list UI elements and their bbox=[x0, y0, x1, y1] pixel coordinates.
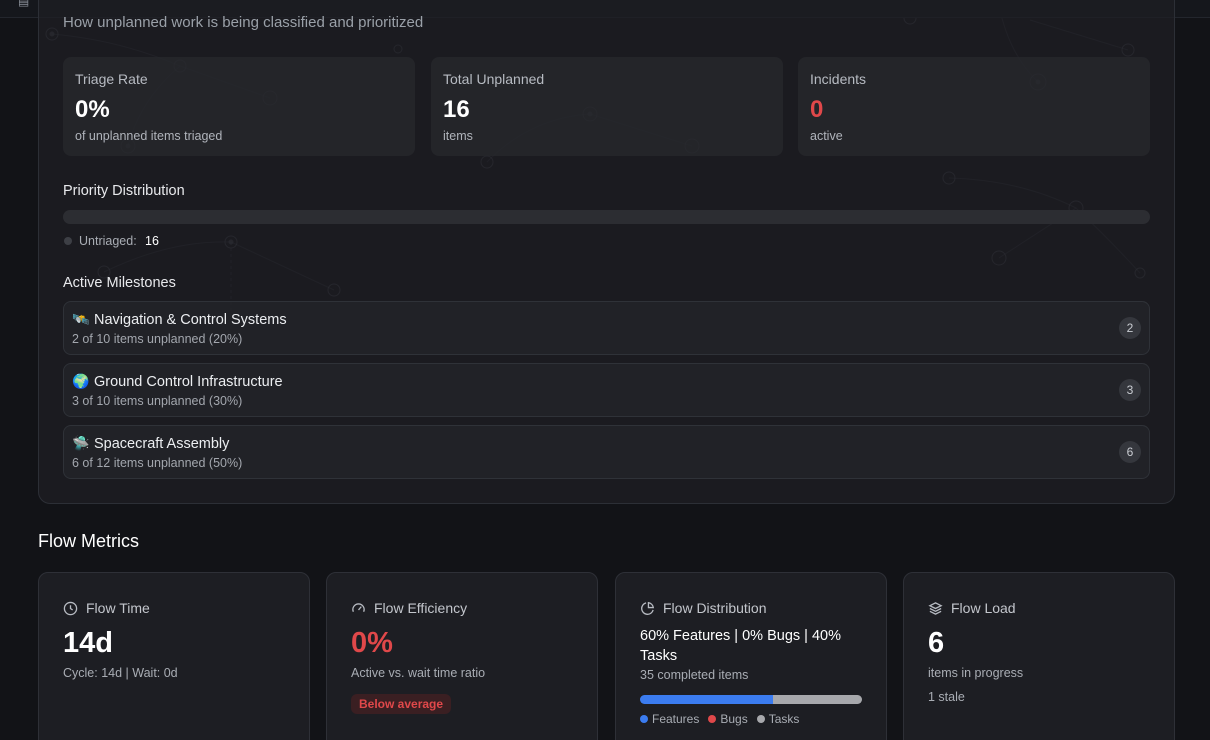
flow-efficiency-sub: Active vs. wait time ratio bbox=[351, 666, 486, 680]
flow-distribution-bar bbox=[640, 695, 862, 704]
flow-distribution-legend: Features Bugs Tasks bbox=[640, 712, 799, 726]
milestone-sub: 3 of 10 items unplanned (30%) bbox=[72, 394, 243, 408]
milestone-item[interactable]: 🛸 Spacecraft Assembly 6 of 12 items unpl… bbox=[63, 425, 1150, 479]
milestone-count-badge: 6 bbox=[1119, 441, 1141, 463]
flow-time-card: Flow Time 14d Cycle: 14d | Wait: 0d bbox=[38, 572, 310, 740]
milestone-title: Ground Control Infrastructure bbox=[94, 374, 283, 390]
bugs-dot bbox=[708, 715, 717, 723]
active-milestones-title: Active Milestones bbox=[63, 275, 176, 291]
flow-load-sub: items in progress bbox=[928, 666, 1024, 680]
stat-value: 0 bbox=[810, 96, 824, 123]
flow-distribution-card: Flow Distribution 60% Features | 0% Bugs… bbox=[615, 572, 887, 740]
legend-features: Features bbox=[640, 712, 699, 726]
flow-distribution-sub: 35 completed items bbox=[640, 668, 749, 682]
priority-distribution-title: Priority Distribution bbox=[63, 183, 185, 199]
stat-total-unplanned: Total Unplanned 16 items bbox=[431, 57, 783, 156]
features-dot bbox=[640, 715, 648, 723]
flow-efficiency-value: 0% bbox=[351, 627, 393, 659]
legend-features-label: Features bbox=[652, 712, 700, 726]
below-average-badge: Below average bbox=[351, 694, 452, 714]
milestone-item[interactable]: 🛰️ Navigation & Control Systems 2 of 10 … bbox=[63, 301, 1150, 355]
stat-label: Triage Rate bbox=[75, 71, 148, 87]
tasks-segment bbox=[773, 695, 862, 704]
flow-efficiency-card: Flow Efficiency 0% Active vs. wait time … bbox=[326, 572, 598, 740]
stat-sub: of unplanned items triaged bbox=[75, 129, 223, 143]
legend-tasks: Tasks bbox=[756, 712, 800, 726]
milestone-sub: 2 of 10 items unplanned (20%) bbox=[72, 332, 243, 346]
pie-chart-icon bbox=[641, 601, 655, 615]
layers-icon bbox=[928, 601, 943, 615]
clock-icon bbox=[63, 601, 78, 615]
milestone-title: Navigation & Control Systems bbox=[94, 312, 287, 328]
milestone-count-badge: 2 bbox=[1119, 317, 1141, 339]
stat-incidents: Incidents 0 active bbox=[798, 57, 1150, 156]
legend-tasks-label: Tasks bbox=[768, 712, 800, 726]
tasks-dot bbox=[756, 715, 765, 723]
legend-bugs: Bugs bbox=[708, 712, 748, 726]
stat-sub: active bbox=[810, 129, 843, 143]
flow-time-sub: Cycle: 14d | Wait: 0d bbox=[63, 666, 178, 680]
milestone-item[interactable]: 🌍 Ground Control Infrastructure 3 of 10 … bbox=[63, 363, 1150, 417]
milestone-count-badge: 3 bbox=[1119, 379, 1141, 401]
satellite-icon: 🛰️ bbox=[72, 311, 90, 327]
flow-load-value: 6 bbox=[928, 627, 945, 659]
menu-icon[interactable]: ▤ bbox=[18, 0, 29, 8]
flow-time-value: 14d bbox=[63, 627, 113, 659]
flow-metrics-title: Flow Metrics bbox=[38, 531, 140, 551]
milestone-sub: 6 of 12 items unplanned (50%) bbox=[72, 456, 243, 470]
ufo-icon: 🛸 bbox=[72, 435, 90, 451]
untriaged-label: Untriaged: bbox=[79, 234, 137, 248]
triage-subtitle: How unplanned work is being classified a… bbox=[63, 14, 424, 31]
flow-distribution-summary: 60% Features | 0% Bugs | 40% Tasks bbox=[640, 628, 841, 664]
flow-distribution-label: Flow Distribution bbox=[663, 600, 767, 616]
milestone-title: Spacecraft Assembly bbox=[94, 436, 230, 452]
flow-load-card: Flow Load 6 items in progress 1 stale bbox=[903, 572, 1175, 740]
gauge-icon bbox=[352, 602, 365, 612]
priority-distribution-bar bbox=[63, 210, 1150, 224]
stat-label: Total Unplanned bbox=[443, 71, 545, 87]
stat-sub: items bbox=[443, 129, 473, 143]
untriaged-dot bbox=[64, 237, 72, 245]
globe-icon: 🌍 bbox=[72, 373, 90, 389]
flow-load-label: Flow Load bbox=[951, 600, 1016, 616]
features-segment bbox=[640, 695, 774, 704]
legend-bugs-label: Bugs bbox=[720, 712, 748, 726]
stat-label: Incidents bbox=[810, 71, 867, 87]
stat-value: 0% bbox=[75, 96, 110, 123]
flow-time-label: Flow Time bbox=[86, 600, 150, 616]
untriaged-value: 16 bbox=[145, 234, 159, 248]
flow-efficiency-label: Flow Efficiency bbox=[374, 600, 468, 616]
flow-load-stale: 1 stale bbox=[928, 690, 965, 704]
stat-triage-rate: Triage Rate 0% of unplanned items triage… bbox=[63, 57, 415, 156]
stat-value: 16 bbox=[443, 96, 470, 123]
